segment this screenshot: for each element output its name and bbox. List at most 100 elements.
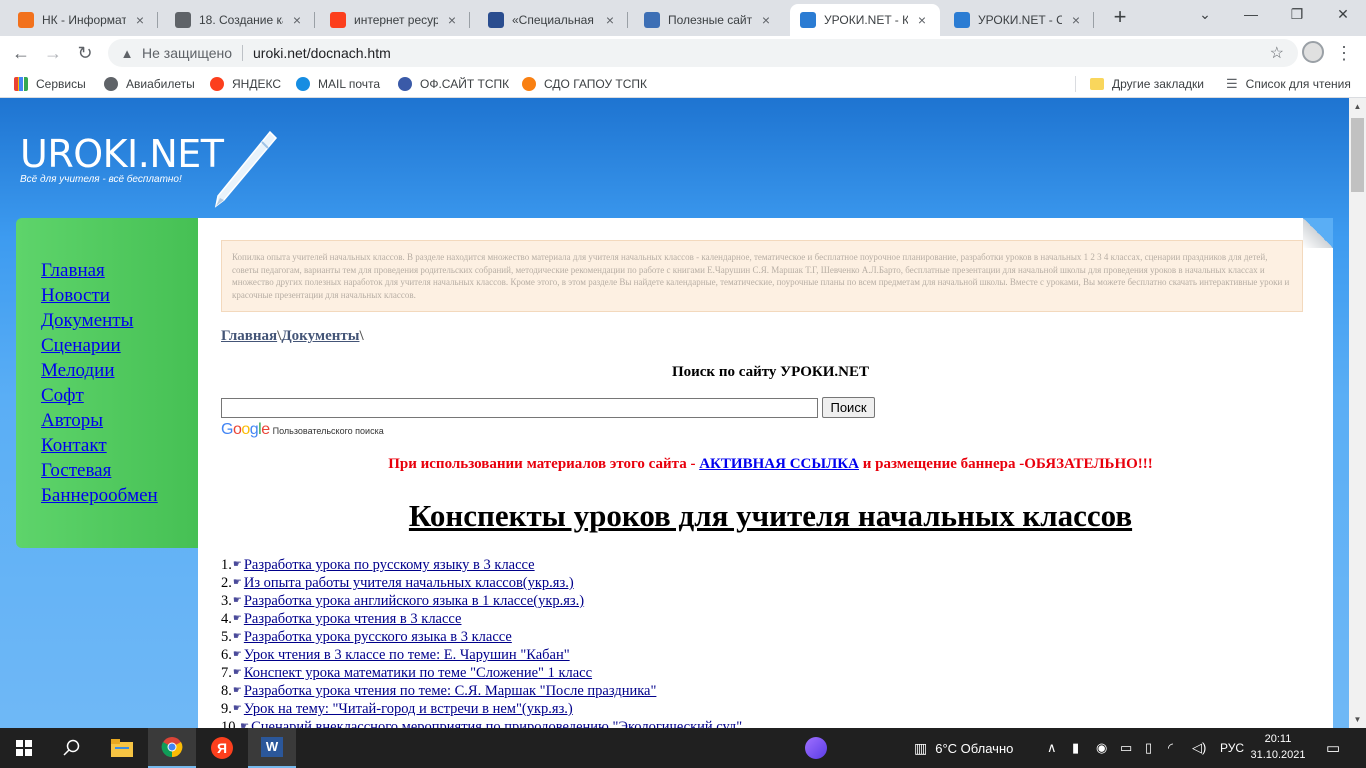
menu-link[interactable]: Новости <box>41 283 198 308</box>
bookmark-label: ЯНДЕКС <box>232 77 281 91</box>
browser-tab[interactable]: 18. Создание ка × <box>165 4 315 36</box>
scroll-down-icon[interactable]: ▼ <box>1349 711 1366 728</box>
network-icon[interactable]: ◜ <box>1168 728 1173 768</box>
url-text[interactable]: uroki.net/docnach.htm <box>253 45 391 61</box>
breadcrumb-home[interactable]: Главная <box>221 328 277 344</box>
page-scrollbar[interactable]: ▲ ▼ <box>1349 98 1366 728</box>
menu-link[interactable]: Мелодии <box>41 358 198 383</box>
close-window-button[interactable]: ✕ <box>1320 0 1366 30</box>
close-tab-icon[interactable]: × <box>289 12 305 28</box>
lesson-link[interactable]: Конспект урока математики по теме "Сложе… <box>244 664 592 682</box>
bookmark-star-icon[interactable]: ☆ <box>1270 43 1284 63</box>
menu-link[interactable]: Баннерообмен <box>41 483 198 508</box>
bookmark-item[interactable]: ЯНДЕКС <box>210 75 281 93</box>
browser-tab[interactable]: НК - Информати × <box>8 4 158 36</box>
close-tab-icon[interactable]: × <box>758 12 774 28</box>
lesson-link[interactable]: Разработка урока чтения в 3 классе <box>244 610 462 628</box>
active-link[interactable]: АКТИВНАЯ ССЫЛКА <box>699 456 859 472</box>
site-search-input[interactable] <box>221 398 818 418</box>
bookmark-item[interactable]: Сервисы <box>14 75 86 93</box>
address-bar[interactable]: ▲ Не защищено uroki.net/docnach.htm ☆ <box>108 39 1298 67</box>
lesson-link[interactable]: Разработка урока чтения по теме: С.Я. Ма… <box>244 682 657 700</box>
tab-search-button[interactable]: ⌄ <box>1182 0 1228 30</box>
forward-icon[interactable]: → <box>40 40 66 66</box>
show-hidden-icons-icon[interactable]: ∧ <box>1047 728 1057 768</box>
chrome-icon[interactable] <box>148 728 196 768</box>
menu-link[interactable]: Сценарии <box>41 333 198 358</box>
weather-widget[interactable]: ▥ 6°C Облачно <box>914 728 1013 768</box>
file-explorer-icon[interactable] <box>98 728 146 768</box>
tab-title: интернет ресурс <box>354 13 438 27</box>
menu-link[interactable]: Главная <box>41 258 198 283</box>
bookmark-item[interactable]: ОФ.САЙТ ТСПК <box>398 75 509 93</box>
menu-dots-icon[interactable]: ⋮ <box>1334 40 1354 66</box>
other-bookmarks[interactable]: Другие закладки <box>1090 75 1204 93</box>
close-tab-icon[interactable]: × <box>1068 12 1084 28</box>
browser-tab[interactable]: «Специальная (к × <box>478 4 628 36</box>
yandex-browser-icon[interactable]: Я <box>198 728 246 768</box>
menu-link[interactable]: Документы <box>41 308 198 333</box>
scroll-up-icon[interactable]: ▲ <box>1349 98 1366 115</box>
display-icon[interactable]: ▭ <box>1120 728 1132 768</box>
lesson-link[interactable]: Урок чтения в 3 классе по теме: Е. Чаруш… <box>244 646 570 664</box>
intro-box: Копилка опыта учителей начальных классов… <box>221 240 1303 312</box>
site-logo[interactable]: UROKI.NET Всё для учителя - всё бесплатн… <box>20 134 224 185</box>
lesson-link[interactable]: Разработка урока по русскому языку в 3 к… <box>244 556 535 574</box>
lesson-link[interactable]: Сценарий внеклассного мероприятия по при… <box>251 718 742 728</box>
lesson-link[interactable]: Урок на тему: "Читай-город и встречи в н… <box>244 700 573 718</box>
security-label[interactable]: Не защищено <box>142 45 232 61</box>
menu-link[interactable]: Контакт <box>41 433 198 458</box>
close-tab-icon[interactable]: × <box>132 12 148 28</box>
scroll-thumb[interactable] <box>1351 118 1364 192</box>
bookmark-item[interactable]: СДО ГАПОУ ТСПК <box>522 75 647 93</box>
search-icon[interactable] <box>48 728 96 768</box>
list-number: 1. <box>221 557 232 573</box>
word-icon[interactable]: W <box>248 728 296 768</box>
microphone-icon[interactable]: ▮ <box>1072 728 1079 768</box>
lesson-link[interactable]: Из опыта работы учителя начальных классо… <box>244 574 574 592</box>
menu-link[interactable]: Гостевая <box>41 458 198 483</box>
pointing-hand-icon: ☛ <box>232 685 242 696</box>
search-title: Поиск по сайту УРОКИ.NET <box>671 364 870 380</box>
yandex-icon <box>330 12 346 28</box>
pen-icon <box>214 130 278 208</box>
profile-avatar-icon[interactable] <box>1302 41 1324 63</box>
clock-date: 31.10.2021 <box>1250 749 1306 761</box>
search-button[interactable]: Поиск <box>822 397 875 418</box>
browser-tab[interactable]: интернет ресурс × <box>320 4 470 36</box>
clock[interactable]: 20:11 31.10.2021 <box>1245 731 1311 763</box>
browser-tab[interactable]: Полезные сайты × <box>634 4 784 36</box>
close-tab-icon[interactable]: × <box>602 12 618 28</box>
usage-notice: При использовании материалов этого сайта… <box>198 456 1343 473</box>
bookmark-label: СДО ГАПОУ ТСПК <box>544 77 648 91</box>
restore-button[interactable]: ❐ <box>1274 0 1320 30</box>
page-curl <box>1303 218 1333 248</box>
new-tab-button[interactable]: + <box>1108 6 1132 30</box>
browser-tab[interactable]: УРОКИ.NET - Ко × <box>790 4 940 36</box>
browser-tab[interactable]: УРОКИ.NET - Сц × <box>944 4 1094 36</box>
language-indicator[interactable]: РУС <box>1220 728 1244 768</box>
notifications-icon[interactable]: ▭ <box>1326 728 1340 768</box>
reload-icon[interactable]: ↻ <box>72 40 98 66</box>
close-tab-icon[interactable]: × <box>444 12 460 28</box>
warning-icon[interactable]: ▲ <box>118 46 136 61</box>
windows-start-icon[interactable] <box>0 728 48 768</box>
page-heading: Конспекты уроков для учителя начальных к… <box>408 498 1133 533</box>
close-tab-icon[interactable]: × <box>914 12 930 28</box>
lesson-link[interactable]: Разработка урока русского языка в 3 клас… <box>244 628 512 646</box>
menu-link[interactable]: Авторы <box>41 408 198 433</box>
menu-link[interactable]: Софт <box>41 383 198 408</box>
volume-icon[interactable]: ◁) <box>1192 728 1206 768</box>
breadcrumb-documents[interactable]: Документы <box>281 328 359 344</box>
minimize-button[interactable]: — <box>1228 0 1274 30</box>
lesson-link[interactable]: Разработка урока английского языка в 1 к… <box>244 592 584 610</box>
pointing-hand-icon: ☛ <box>232 559 242 570</box>
back-icon[interactable]: ← <box>8 40 34 66</box>
alice-icon[interactable] <box>796 728 836 768</box>
reading-list[interactable]: ☰ Список для чтения <box>1226 75 1351 93</box>
bookmark-item[interactable]: Авиабилеты <box>104 75 195 93</box>
battery-icon[interactable]: ▯ <box>1145 728 1152 768</box>
bookmark-item[interactable]: MAIL почта <box>296 75 380 93</box>
security-tray-icon[interactable]: ◉ <box>1096 728 1107 768</box>
apps-icon <box>14 77 28 91</box>
